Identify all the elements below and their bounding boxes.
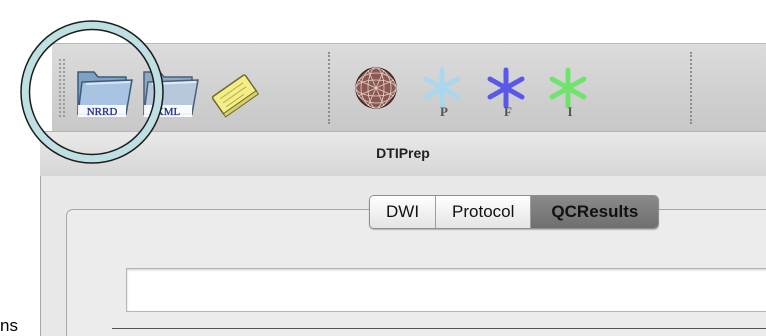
tab-bar: DWI Protocol QCResults [369,195,660,229]
toolbar-separator [690,52,692,124]
sphere-mesh-icon [355,67,397,109]
toolbar-separator [328,52,330,124]
i-button[interactable]: I [536,50,600,126]
asterisk-icon: P [423,67,461,119]
highlight-circle [20,20,164,164]
screenshot-page: NRRD XML P F I DTIPrep DWI Protocol QCRe… [0,0,766,336]
asterisk-icon: F [487,67,525,119]
mesh-sphere-button[interactable] [344,50,408,126]
side-label: ns [0,316,18,335]
tab-qcresults[interactable]: QCResults [530,196,659,228]
notes-button[interactable] [202,50,266,126]
asterisk-icon: I [549,67,587,119]
f-label: F [504,104,512,119]
path-input-field[interactable] [126,268,766,312]
i-label: I [567,104,572,119]
f-button[interactable]: F [474,50,538,126]
notepad-icon [211,74,260,118]
divider [112,328,766,329]
tab-dwi[interactable]: DWI [370,196,436,228]
p-label: P [440,104,448,119]
p-button[interactable]: P [410,50,474,126]
tab-protocol[interactable]: Protocol [435,196,531,228]
